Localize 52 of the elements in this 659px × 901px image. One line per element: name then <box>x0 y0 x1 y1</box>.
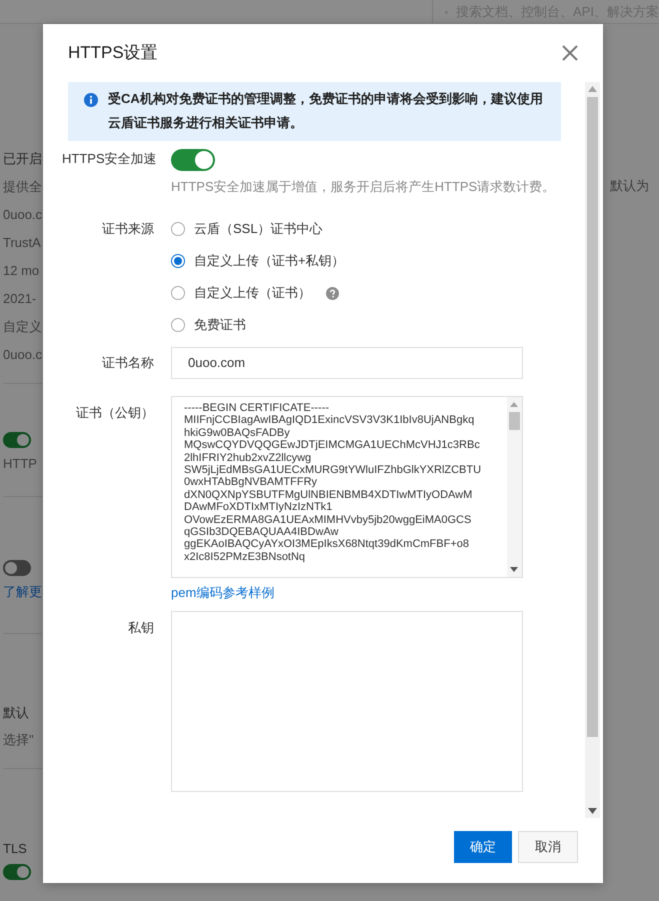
field-label: 证书（公钥） <box>75 404 154 422</box>
field-label: 私钥 <box>127 618 154 636</box>
scrollbar[interactable] <box>585 82 600 818</box>
dialog-title: HTTPS设置 <box>68 42 158 64</box>
scrollbar[interactable] <box>507 397 522 577</box>
setting-label: 默认 <box>3 704 30 722</box>
scroll-down-icon[interactable] <box>588 808 597 814</box>
pem-example-link[interactable]: pem编码参考样例 <box>171 584 274 602</box>
radio-option[interactable]: 云盾（SSL）证书中心 <box>171 219 323 239</box>
setting-value: 提供全 <box>3 178 42 196</box>
radio-option[interactable]: 自定义上传（证书） <box>171 283 339 303</box>
field-label: 证书名称 <box>101 354 154 372</box>
radio-icon[interactable] <box>171 318 185 332</box>
certificate-field[interactable] <box>171 396 523 578</box>
cancel-button[interactable]: 取消 <box>518 830 578 862</box>
confirm-button[interactable]: 确定 <box>454 830 512 862</box>
private-key-field[interactable] <box>171 610 523 792</box>
toggle-switch[interactable] <box>3 432 31 448</box>
certificate-name-field[interactable]: 0uoo.com <box>171 347 523 379</box>
close-icon <box>561 44 579 62</box>
setting-value: 0uoo.c <box>3 346 42 364</box>
setting-description: 默认为 <box>610 177 650 195</box>
setting-value: 选择" <box>3 731 35 749</box>
setting-value: TrustA <box>3 234 42 252</box>
setting-value: 2021- <box>3 290 38 308</box>
toggle-switch[interactable] <box>171 149 215 171</box>
notice-text: 受CA机构对免费证书的管理调整，免费证书的申请将会受到影响，建议使用云盾证书服务进行相关证书申请。 <box>108 90 544 132</box>
radio-option[interactable]: 免费证书 <box>171 315 246 335</box>
radio-option[interactable]: 自定义上传（证书+私钥） <box>171 251 345 271</box>
toggle-switch[interactable] <box>3 560 31 576</box>
info-icon <box>84 93 98 107</box>
radio-icon[interactable] <box>171 286 185 300</box>
setting-label: 已开启 <box>3 150 42 168</box>
setting-value: 0uoo.c <box>3 206 42 224</box>
close-button[interactable] <box>561 44 579 62</box>
toggle-switch[interactable] <box>3 864 31 880</box>
field-label: 证书来源 <box>101 220 154 238</box>
setting-value: HTTP <box>3 455 38 473</box>
scroll-up-icon[interactable] <box>510 402 518 407</box>
scrollbar-thumb[interactable] <box>509 412 520 430</box>
setting-value: 自定义 <box>3 318 42 336</box>
scrollbar-thumb[interactable] <box>587 97 598 737</box>
radio-icon[interactable] <box>171 222 185 236</box>
setting-value: 12 mo <box>3 262 40 280</box>
help-icon[interactable] <box>326 286 339 300</box>
setting-label: TLS <box>3 840 28 858</box>
scroll-up-icon[interactable] <box>588 86 597 92</box>
scroll-down-icon[interactable] <box>510 567 518 572</box>
hint-text: HTTPS安全加速属于增值，服务开启后将产生HTTPS请求数计费。 <box>171 178 556 196</box>
field-label: HTTPS安全加速 <box>62 150 154 168</box>
certificate-text: -----BEGIN CERTIFICATE----- MIIFnjCCBIagAwIBAgIQD1ExincVSV3V3K1IbIv8UjANBgkq hkiG9w0BAQsFADBy MQswCQYDVQQGEwJDTjEIMCMGA1UEChMcVHJ1c3RBc 2lhIFRIY2hub2xvZ2llcywg SW5jLjEdMBsGA1UECxMURG9tYWluIFZhbGlkYXRlZCBTU 0wxHTAbBgNVBAMTFFRy dXN0QXNpYSBUTFMgUlNBIENBMB4XDTIwMTIyODAwM DAwMFoXDTIxMTIyNzIzNTk1 OVowEzERMA8GA1UEAxMIMHVvby5jb20wggEiMA0GCS qGSIb3DQEBAQUAA4IBDwAw ggEKAoIBAQCyAYxOI3MEpIksX68Ntqt39dKmCmFBF+o8 x2Ic8I52PMzE3BNsotNq <box>183 401 482 564</box>
radio-icon[interactable] <box>171 254 185 268</box>
